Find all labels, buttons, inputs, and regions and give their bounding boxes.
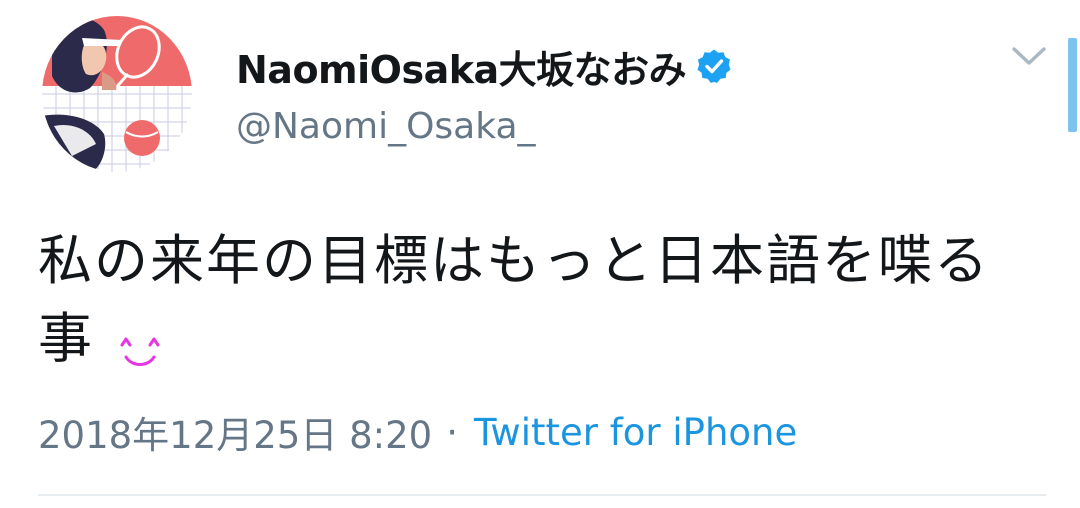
chevron-down-icon[interactable] <box>1010 44 1048 70</box>
author-name-row[interactable]: NaomiOsaka大坂なおみ <box>236 42 732 92</box>
tweet-metadata: 2018年12月25日 8:20 · Twitter for iPhone <box>38 405 797 459</box>
divider <box>38 494 1046 496</box>
author-display-name[interactable]: NaomiOsaka大坂なおみ <box>236 39 687 94</box>
author-handle[interactable]: @Naomi_Osaka_ <box>236 106 536 147</box>
tweet-body: 私の来年の目標はもっと日本語を喋る事 <box>38 222 1038 378</box>
tweet-timestamp[interactable]: 2018年12月25日 8:20 <box>38 405 432 459</box>
smiling-face-icon <box>116 316 164 367</box>
tweet-source-link[interactable]: Twitter for iPhone <box>474 411 797 454</box>
metadata-separator: · <box>446 410 458 454</box>
author-avatar[interactable] <box>42 16 192 172</box>
scrollbar-indicator[interactable] <box>1068 38 1077 132</box>
tweet-text: 私の来年の目標はもっと日本語を喋る事 <box>38 229 990 370</box>
tennis-player-illustration-icon <box>42 16 192 172</box>
verified-badge-icon <box>696 48 732 84</box>
